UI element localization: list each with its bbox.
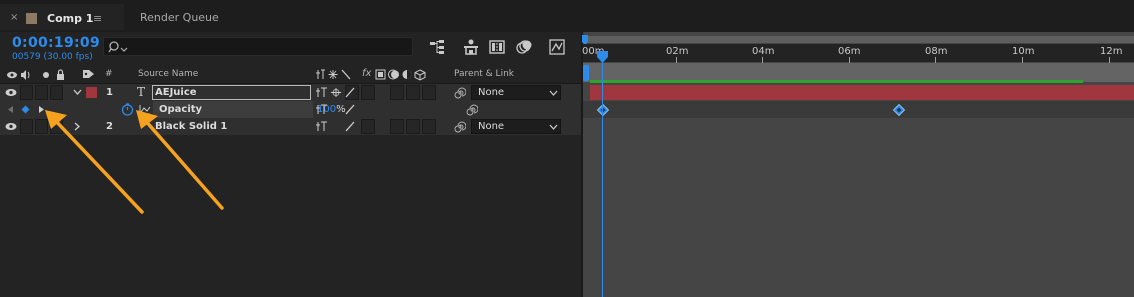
visibility-eye-icon[interactable] bbox=[5, 122, 17, 131]
audio-switch[interactable] bbox=[20, 119, 33, 134]
annotation-arrows bbox=[45, 110, 224, 214]
cached-frames-bar bbox=[590, 80, 1083, 83]
motion-blur-switch[interactable] bbox=[390, 119, 404, 134]
motion-blur-switch[interactable] bbox=[390, 85, 404, 100]
parent-dropdown[interactable]: None bbox=[471, 85, 561, 100]
frame-count-display: 00579 (30.00 fps) bbox=[12, 52, 93, 62]
keyframe-icon[interactable] bbox=[597, 104, 609, 116]
ruler-label: 10m bbox=[1012, 46, 1035, 57]
layer-switches-header-icons-2 bbox=[375, 69, 426, 81]
layer-number: 1 bbox=[106, 87, 113, 98]
text-layer-type-icon: T bbox=[137, 85, 146, 99]
chevron-down-icon bbox=[549, 90, 558, 96]
visibility-eye-icon[interactable] bbox=[5, 88, 17, 97]
ruler-label: 08m bbox=[925, 46, 948, 57]
current-time-indicator-line[interactable] bbox=[602, 53, 603, 297]
graph-editor-icon[interactable] bbox=[548, 38, 566, 56]
quality-switch-icon[interactable] bbox=[344, 87, 356, 98]
time-navigator[interactable] bbox=[583, 36, 1134, 43]
current-time-display[interactable]: 0:00:19:09 bbox=[12, 35, 100, 51]
chevron-down-icon[interactable] bbox=[73, 89, 82, 96]
effect-switch[interactable] bbox=[361, 119, 375, 134]
av-features-switches-icon bbox=[7, 69, 64, 80]
audio-switch[interactable] bbox=[20, 85, 33, 100]
tab-comp-label: Comp 1 bbox=[47, 12, 94, 25]
ruler-label: 04m bbox=[752, 46, 775, 57]
comp-color-swatch bbox=[26, 13, 37, 24]
keyframe-icon[interactable] bbox=[893, 104, 905, 116]
lock-switch[interactable] bbox=[50, 85, 63, 100]
current-time-indicator-head[interactable] bbox=[597, 51, 608, 63]
solo-switch[interactable] bbox=[35, 85, 48, 100]
expression-pick-whip-icon[interactable] bbox=[466, 104, 478, 116]
ruler-label: 02m bbox=[666, 46, 689, 57]
tab-render-queue[interactable]: Render Queue bbox=[140, 11, 219, 24]
keyframe-track[interactable] bbox=[583, 101, 1134, 118]
layer-row-1[interactable]: 1 T AEJuice None bbox=[0, 84, 583, 101]
collapse-switch-icon[interactable] bbox=[330, 87, 342, 98]
layer-label-color[interactable] bbox=[86, 87, 97, 98]
parent-dropdown[interactable]: None bbox=[471, 119, 561, 134]
adjustment-switch[interactable] bbox=[406, 119, 420, 134]
ruler-label: 06m bbox=[838, 46, 861, 57]
opacity-shy-icon bbox=[316, 104, 327, 114]
adjustment-switch[interactable] bbox=[406, 85, 420, 100]
composition-mini-flowchart-icon[interactable] bbox=[428, 38, 446, 56]
previous-keyframe-icon[interactable] bbox=[6, 105, 14, 114]
chevron-down-icon bbox=[549, 124, 558, 130]
layer-name-field[interactable]: AEJuice bbox=[152, 85, 311, 100]
motion-blur-icon[interactable] bbox=[515, 38, 533, 56]
parent-value: None bbox=[478, 121, 505, 132]
ruler-label: 12m bbox=[1100, 46, 1123, 57]
add-keyframe-icon[interactable] bbox=[21, 105, 30, 114]
layer-name: AEJuice bbox=[155, 87, 197, 98]
3d-switch[interactable] bbox=[422, 119, 436, 134]
column-fx: fx bbox=[362, 68, 372, 79]
search-input[interactable] bbox=[103, 37, 413, 56]
search-icon bbox=[108, 41, 128, 53]
pick-whip-icon[interactable] bbox=[454, 121, 466, 133]
draft-3d-icon[interactable] bbox=[462, 38, 480, 56]
column-source-name[interactable]: Source Name bbox=[138, 69, 198, 79]
shy-switch-icon[interactable] bbox=[316, 121, 328, 132]
opacity-quality-icon bbox=[345, 104, 355, 115]
close-icon[interactable]: × bbox=[10, 12, 18, 23]
tab-comp-1[interactable]: × Comp 1 ≡ bbox=[0, 4, 124, 34]
pick-whip-icon[interactable] bbox=[454, 87, 466, 99]
frame-blending-icon[interactable] bbox=[488, 38, 506, 56]
shy-switch-icon[interactable] bbox=[316, 87, 328, 98]
effect-switch[interactable] bbox=[361, 85, 375, 100]
column-number: # bbox=[105, 69, 113, 79]
quality-switch-icon[interactable] bbox=[344, 121, 356, 132]
parent-value: None bbox=[478, 87, 505, 98]
work-area-start-handle[interactable] bbox=[583, 65, 589, 81]
3d-switch[interactable] bbox=[422, 85, 436, 100]
layer-column-header: # Source Name fx Parent & Link bbox=[0, 66, 583, 84]
column-parent-link[interactable]: Parent & Link bbox=[454, 69, 514, 79]
layer-duration-bar[interactable] bbox=[590, 85, 1134, 100]
label-tag-icon bbox=[83, 70, 94, 78]
tab-menu-icon[interactable]: ≡ bbox=[93, 12, 102, 25]
